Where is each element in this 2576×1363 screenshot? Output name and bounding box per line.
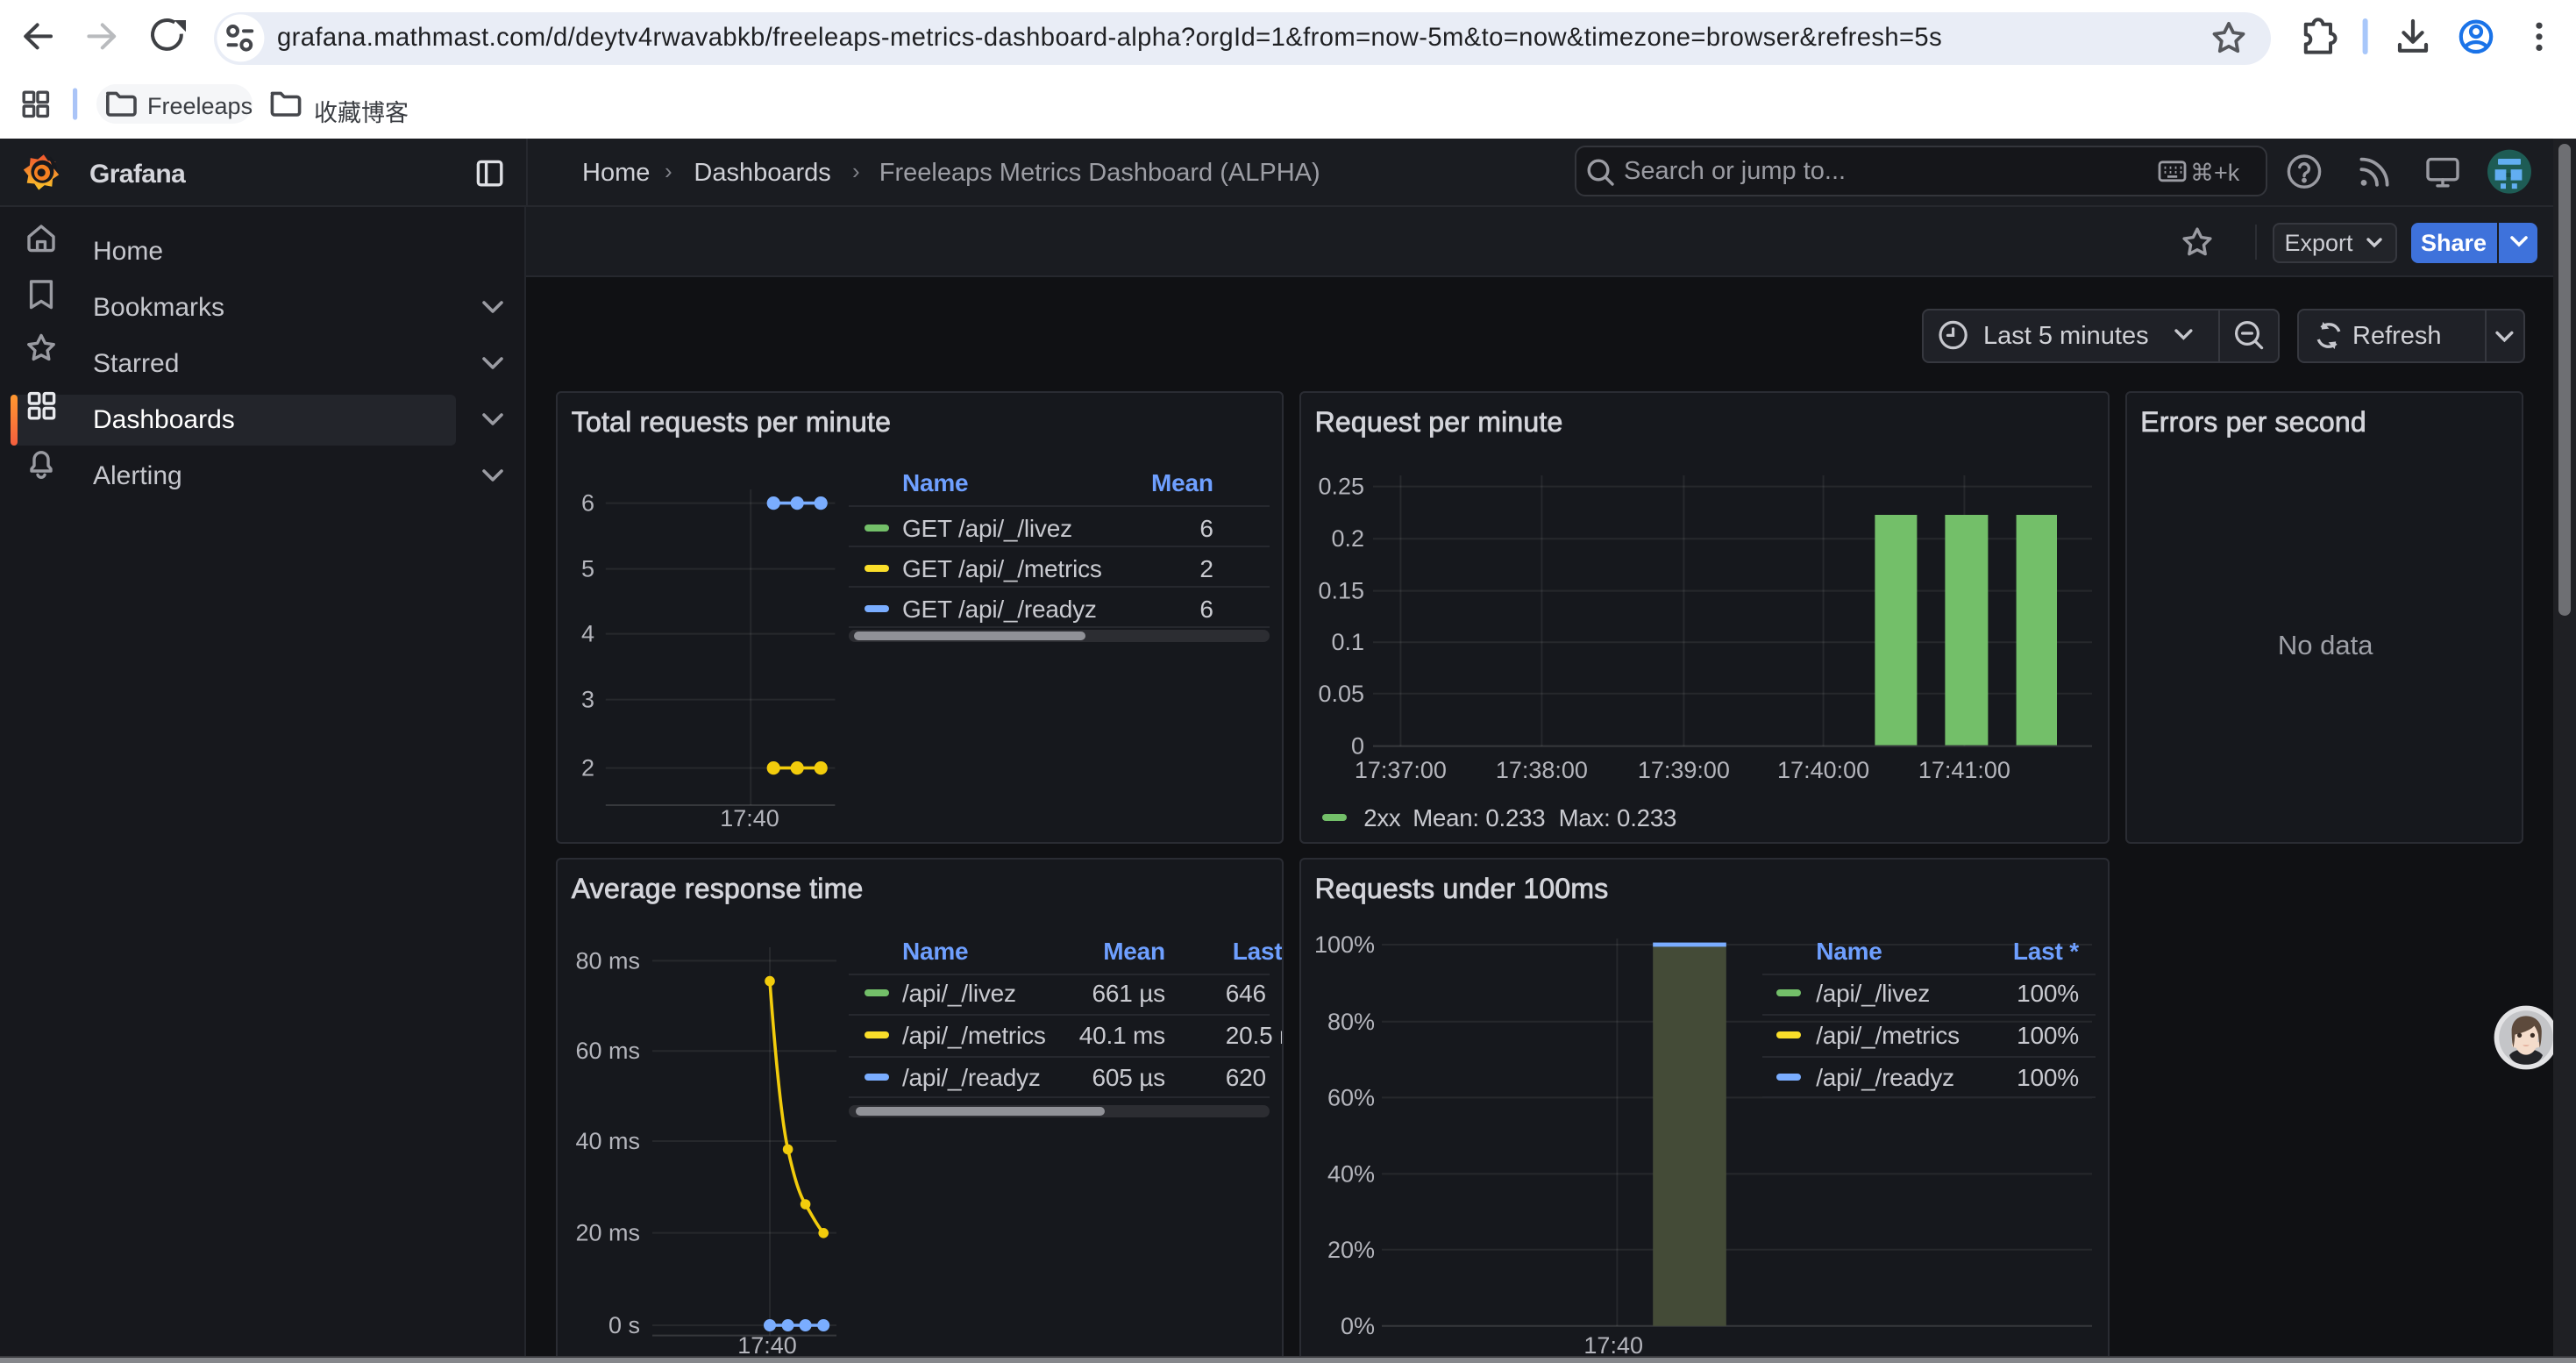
svg-text:0.05: 0.05: [1318, 681, 1364, 707]
svg-text:0.15: 0.15: [1318, 578, 1364, 604]
svg-text:0: 0: [1351, 733, 1364, 760]
svg-text:0.1: 0.1: [1331, 630, 1364, 656]
svg-text:100%: 100%: [1314, 931, 1375, 958]
svg-text:5: 5: [581, 556, 594, 582]
svg-text:17:40: 17:40: [1583, 1332, 1643, 1359]
svg-text:17:40:00: 17:40:00: [1777, 757, 1869, 783]
svg-text:80 ms: 80 ms: [575, 947, 640, 974]
svg-text:3: 3: [581, 687, 594, 713]
svg-text:60%: 60%: [1327, 1084, 1375, 1110]
svg-text:17:38:00: 17:38:00: [1495, 757, 1587, 783]
svg-text:2: 2: [581, 755, 594, 781]
svg-text:60 ms: 60 ms: [575, 1038, 640, 1064]
svg-text:20%: 20%: [1327, 1237, 1375, 1263]
svg-text:40 ms: 40 ms: [575, 1128, 640, 1154]
svg-text:0.2: 0.2: [1331, 526, 1364, 553]
svg-text:20 ms: 20 ms: [575, 1220, 640, 1246]
svg-text:40%: 40%: [1327, 1160, 1375, 1187]
svg-text:17:41:00: 17:41:00: [1918, 757, 2010, 783]
svg-text:6: 6: [581, 490, 594, 517]
svg-text:4: 4: [581, 621, 594, 647]
svg-text:80%: 80%: [1327, 1009, 1375, 1035]
svg-text:0%: 0%: [1341, 1313, 1375, 1339]
svg-text:0 s: 0 s: [608, 1312, 640, 1338]
svg-text:0.25: 0.25: [1318, 474, 1364, 500]
svg-text:17:39:00: 17:39:00: [1637, 757, 1729, 783]
svg-text:17:37:00: 17:37:00: [1354, 757, 1446, 783]
svg-text:17:40: 17:40: [737, 1332, 797, 1359]
svg-text:17:40: 17:40: [720, 805, 779, 831]
